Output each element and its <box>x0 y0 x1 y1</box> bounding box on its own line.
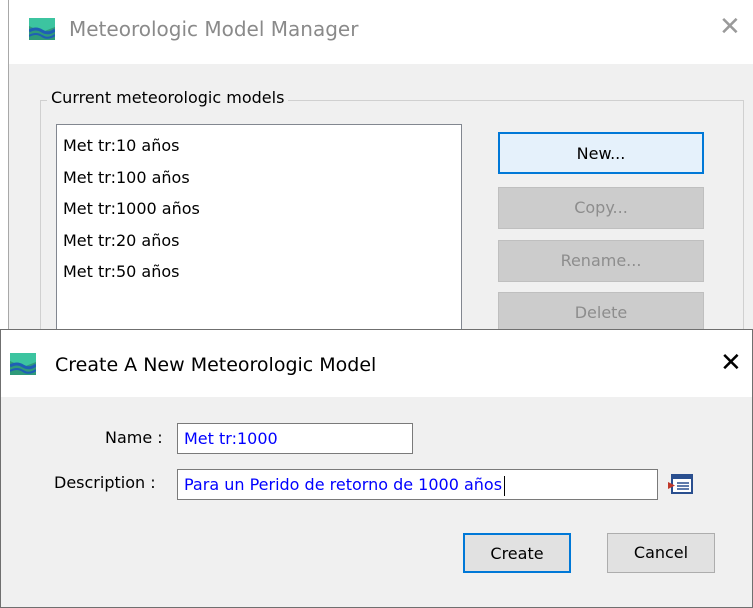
list-item[interactable]: Met tr:50 años <box>57 260 461 292</box>
manager-title: Meteorologic Model Manager <box>69 17 359 41</box>
list-item[interactable]: Met tr:100 años <box>57 166 461 198</box>
description-label: Description : <box>54 473 156 492</box>
name-field-value: Met tr:1000 <box>184 429 278 448</box>
create-button[interactable]: Create <box>463 533 571 573</box>
copy-button[interactable]: Copy... <box>498 187 704 229</box>
text-editor-icon[interactable] <box>668 472 696 496</box>
delete-button[interactable]: Delete <box>498 292 704 334</box>
description-field-value: Para un Perido de retorno de 1000 años <box>184 475 503 494</box>
list-item[interactable]: Met tr:10 años <box>57 134 461 166</box>
app-icon <box>10 353 36 375</box>
models-list[interactable]: Met tr:10 años Met tr:100 años Met tr:10… <box>56 124 462 339</box>
cancel-button[interactable]: Cancel <box>607 533 715 573</box>
dialog-title-bar: Create A New Meteorologic Model ✕ <box>1 330 752 397</box>
dialog-title: Create A New Meteorologic Model <box>55 354 377 376</box>
manager-close-icon[interactable]: ✕ <box>719 14 741 40</box>
models-group-label: Current meteorologic models <box>47 88 289 107</box>
list-item[interactable]: Met tr:1000 años <box>57 197 461 229</box>
app-icon <box>29 18 55 40</box>
list-item[interactable]: Met tr:20 años <box>57 229 461 261</box>
create-meteorologic-model-dialog: Create A New Meteorologic Model ✕ Name :… <box>0 329 753 608</box>
dialog-close-icon[interactable]: ✕ <box>720 350 742 376</box>
text-caret <box>504 475 506 496</box>
description-field[interactable]: Para un Perido de retorno de 1000 años <box>177 469 658 500</box>
new-button[interactable]: New... <box>498 132 704 174</box>
meteorologic-model-manager-window: Meteorologic Model Manager ✕ Current met… <box>8 0 753 340</box>
rename-button[interactable]: Rename... <box>498 240 704 282</box>
manager-title-bar: Meteorologic Model Manager ✕ <box>9 0 753 64</box>
name-field[interactable]: Met tr:1000 <box>177 423 413 454</box>
name-label: Name : <box>105 428 163 447</box>
